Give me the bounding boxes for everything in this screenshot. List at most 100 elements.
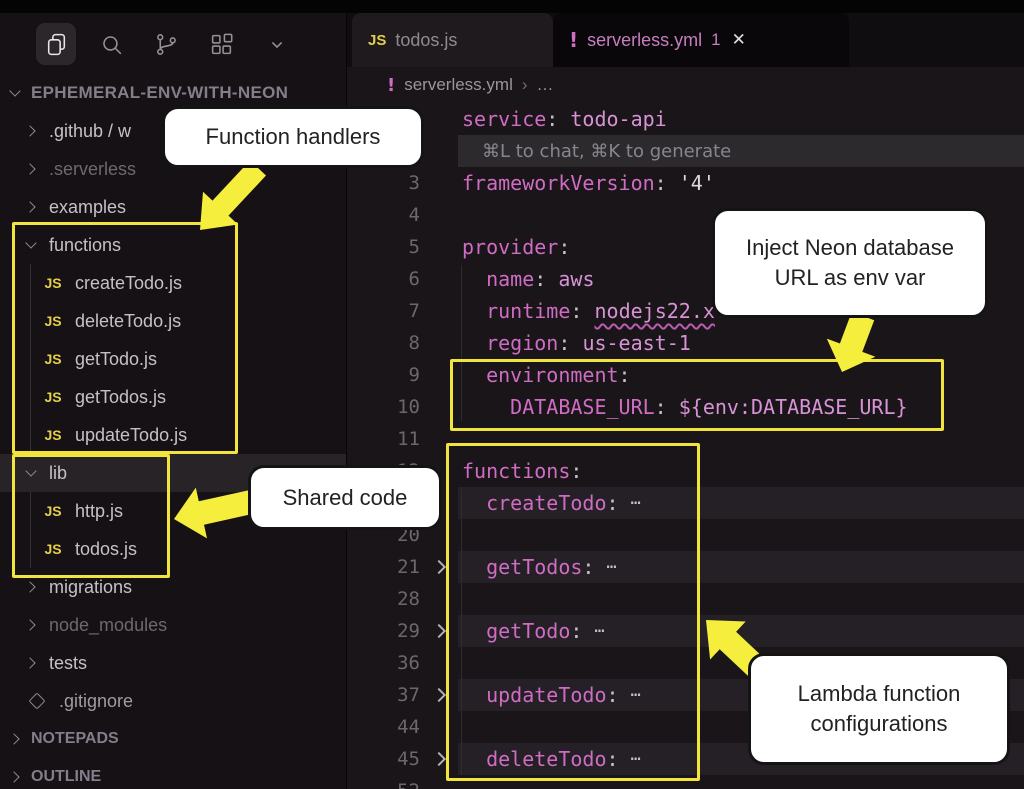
code-line[interactable]: 2 ⌘L to chat, ⌘K to generate bbox=[347, 135, 1024, 167]
code-token: provider bbox=[462, 235, 558, 259]
code-token: frameworkVersion bbox=[462, 171, 655, 195]
code-text: service: todo-api bbox=[458, 103, 1024, 135]
tab-bar: JS todos.js ! serverless.yml 1 ✕ bbox=[347, 13, 1024, 67]
code-token: service bbox=[462, 107, 546, 131]
code-token: : bbox=[558, 331, 582, 355]
project-root-label: EPHEMERAL-ENV-WITH-NEON bbox=[31, 83, 288, 103]
callout-shared-code: Shared code bbox=[248, 465, 442, 530]
line-number: 5 bbox=[347, 236, 420, 258]
code-line[interactable]: 8 region: us-east-1 bbox=[347, 327, 1024, 359]
code-token: todo-api bbox=[570, 107, 666, 131]
tree-chevron-icon bbox=[24, 617, 40, 633]
line-number: 29 bbox=[347, 620, 420, 642]
code-token: ⌘L to chat, ⌘K to generate bbox=[482, 141, 731, 162]
line-number: 9 bbox=[347, 364, 420, 386]
window-titlebar bbox=[0, 0, 1024, 13]
tree-chevron-icon bbox=[24, 123, 40, 139]
highlight-box-environment bbox=[450, 359, 944, 431]
code-token: : bbox=[558, 235, 570, 259]
line-number: 11 bbox=[347, 428, 420, 450]
tree-chevron-icon bbox=[8, 769, 24, 785]
code-token bbox=[462, 267, 486, 291]
explorer-item[interactable]: .gitignore bbox=[0, 682, 346, 720]
line-number: 45 bbox=[347, 748, 420, 770]
sidebar-section-notepads[interactable]: NOTEPADS bbox=[0, 722, 354, 756]
close-icon[interactable]: ✕ bbox=[732, 30, 746, 50]
explorer-item[interactable]: examples bbox=[0, 188, 346, 226]
file-name: .github / w bbox=[49, 121, 131, 142]
callout-text: Shared code bbox=[283, 483, 408, 513]
callout-text: Function handlers bbox=[206, 122, 381, 152]
activity-bar bbox=[0, 13, 346, 75]
code-token bbox=[462, 331, 486, 355]
explorer-item[interactable]: tests bbox=[0, 644, 346, 682]
file-name: tests bbox=[49, 653, 87, 674]
code-token: : bbox=[655, 171, 679, 195]
line-number: 52 bbox=[347, 780, 420, 789]
modified-badge: 1 bbox=[711, 30, 720, 50]
line-number: 7 bbox=[347, 300, 420, 322]
code-token: : bbox=[534, 267, 558, 291]
line-number: 44 bbox=[347, 716, 420, 738]
tree-chevron-icon bbox=[24, 199, 40, 215]
code-token: : bbox=[570, 299, 594, 323]
code-token: region bbox=[486, 331, 558, 355]
line-number: 28 bbox=[347, 588, 420, 610]
code-text: region: us-east-1 bbox=[458, 327, 1024, 359]
tab-label: serverless.yml bbox=[587, 30, 702, 51]
line-number: 3 bbox=[347, 172, 420, 194]
section-label: NOTEPADS bbox=[31, 730, 119, 748]
section-label: OUTLINE bbox=[31, 768, 101, 786]
line-number: 21 bbox=[347, 556, 420, 578]
code-token bbox=[462, 299, 486, 323]
code-token: name bbox=[486, 267, 534, 291]
line-number: 6 bbox=[347, 268, 420, 290]
chevron-down-icon[interactable] bbox=[256, 23, 296, 65]
tree-chevron-icon bbox=[24, 655, 40, 671]
tree-chevron-icon bbox=[8, 731, 24, 747]
source-control-icon[interactable] bbox=[146, 23, 186, 65]
yaml-file-icon: ! bbox=[569, 28, 578, 52]
search-icon[interactable] bbox=[91, 23, 131, 65]
file-name: .gitignore bbox=[59, 691, 133, 712]
code-token: '4' bbox=[679, 171, 715, 195]
tab-todos-js[interactable]: JS todos.js bbox=[352, 13, 553, 67]
breadcrumb-more[interactable]: … bbox=[537, 75, 554, 95]
line-number: 36 bbox=[347, 652, 420, 674]
line-number: 8 bbox=[347, 332, 420, 354]
explorer-icon[interactable] bbox=[36, 23, 76, 65]
file-name: examples bbox=[49, 197, 126, 218]
tree-chevron-icon bbox=[24, 161, 40, 177]
tree-chevron-icon bbox=[24, 579, 40, 595]
file-name: .serverless bbox=[49, 159, 136, 180]
line-number: 4 bbox=[347, 204, 420, 226]
highlight-box-lib-folder bbox=[12, 454, 170, 578]
explorer-item[interactable]: node_modules bbox=[0, 606, 346, 644]
callout-text: Inject Neon database URL as env var bbox=[735, 233, 965, 292]
callout-inject-env: Inject Neon database URL as env var bbox=[712, 208, 988, 318]
extensions-icon[interactable] bbox=[201, 23, 241, 65]
code-token: nodejs22.x bbox=[594, 299, 714, 323]
breadcrumb-file: serverless.yml bbox=[404, 75, 513, 95]
code-editor-window: EPHEMERAL-ENV-WITH-NEON .github / w .ser… bbox=[0, 0, 1024, 789]
sidebar-section-outline[interactable]: OUTLINE bbox=[0, 760, 354, 789]
line-number: 10 bbox=[347, 396, 420, 418]
code-line[interactable]: 1 service: todo-api bbox=[347, 103, 1024, 135]
breadcrumb[interactable]: ! serverless.yml › … bbox=[347, 67, 1024, 103]
code-token: runtime bbox=[486, 299, 570, 323]
code-token: us-east-1 bbox=[582, 331, 690, 355]
callout-lambda-config: Lambda function configurations bbox=[748, 653, 1010, 765]
code-text: frameworkVersion: '4' bbox=[458, 167, 1024, 199]
file-type-icon bbox=[24, 695, 50, 707]
highlight-box-functions-folder bbox=[12, 222, 238, 454]
line-number: 37 bbox=[347, 684, 420, 706]
code-line[interactable]: 3 frameworkVersion: '4' bbox=[347, 167, 1024, 199]
file-name: migrations bbox=[49, 577, 132, 598]
code-token: : bbox=[546, 107, 570, 131]
callout-text: Lambda function configurations bbox=[771, 679, 987, 738]
callout-function-handlers: Function handlers bbox=[162, 106, 424, 168]
tree-chevron-icon bbox=[8, 85, 24, 101]
yaml-file-icon: ! bbox=[387, 75, 395, 96]
file-name: node_modules bbox=[49, 615, 167, 636]
tab-serverless-yml[interactable]: ! serverless.yml 1 ✕ bbox=[553, 13, 849, 67]
